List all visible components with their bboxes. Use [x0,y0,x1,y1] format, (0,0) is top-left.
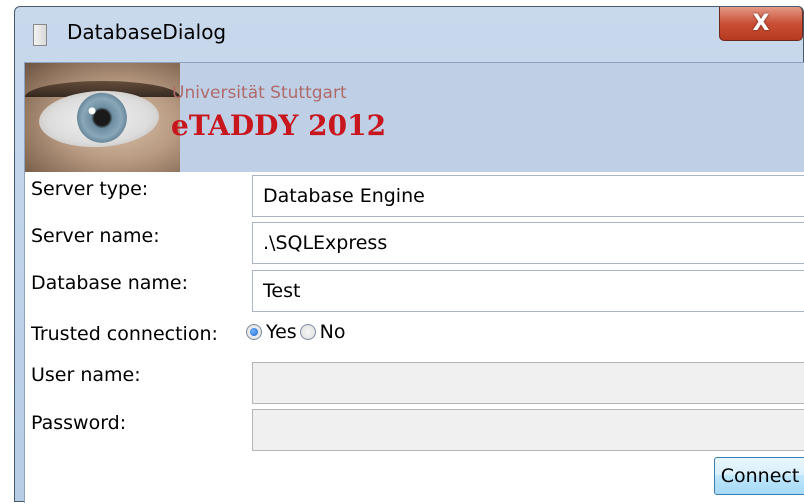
app-icon [33,24,47,46]
trusted-yes-radio[interactable] [246,324,262,340]
window-title: DatabaseDialog [67,20,227,44]
title-bar[interactable]: DatabaseDialog X [15,7,803,62]
database-dialog-window: DatabaseDialog X Universität Stuttgart e… [14,6,804,503]
trusted-no-label[interactable]: No [320,321,346,343]
database-name-label: Database name: [31,272,188,294]
server-name-input[interactable] [252,222,804,264]
banner: Universität Stuttgart eTADDY 2012 [25,63,804,172]
password-row: Password: [25,408,804,452]
eye-logo-image [25,63,180,172]
server-name-row: Server name: [25,221,804,265]
server-name-label: Server name: [31,225,160,247]
close-button[interactable]: X [719,7,803,41]
university-name: Universität Stuttgart [172,83,347,103]
trusted-connection-label: Trusted connection: [31,323,218,345]
trusted-yes-label[interactable]: Yes [266,321,297,343]
dialog-content: Universität Stuttgart eTADDY 2012 Server… [24,62,804,503]
password-label: Password: [31,412,127,434]
trusted-connection-radio-group: Yes No [246,321,349,343]
user-name-input[interactable] [252,362,804,404]
server-type-label: Server type: [31,178,149,200]
user-name-row: User name: [25,360,804,404]
server-type-input[interactable] [252,175,804,217]
close-icon: X [752,11,770,36]
database-name-row: Database name: [25,268,804,312]
password-input[interactable] [252,409,804,451]
user-name-label: User name: [31,364,141,386]
trusted-no-radio[interactable] [299,324,316,340]
database-name-input[interactable] [252,270,804,312]
connect-button[interactable]: Connect [714,457,804,495]
trusted-connection-row: Trusted connection: Yes No [25,319,804,363]
brand-title: eTADDY 2012 [171,109,387,142]
server-type-row: Server type: [25,174,804,218]
